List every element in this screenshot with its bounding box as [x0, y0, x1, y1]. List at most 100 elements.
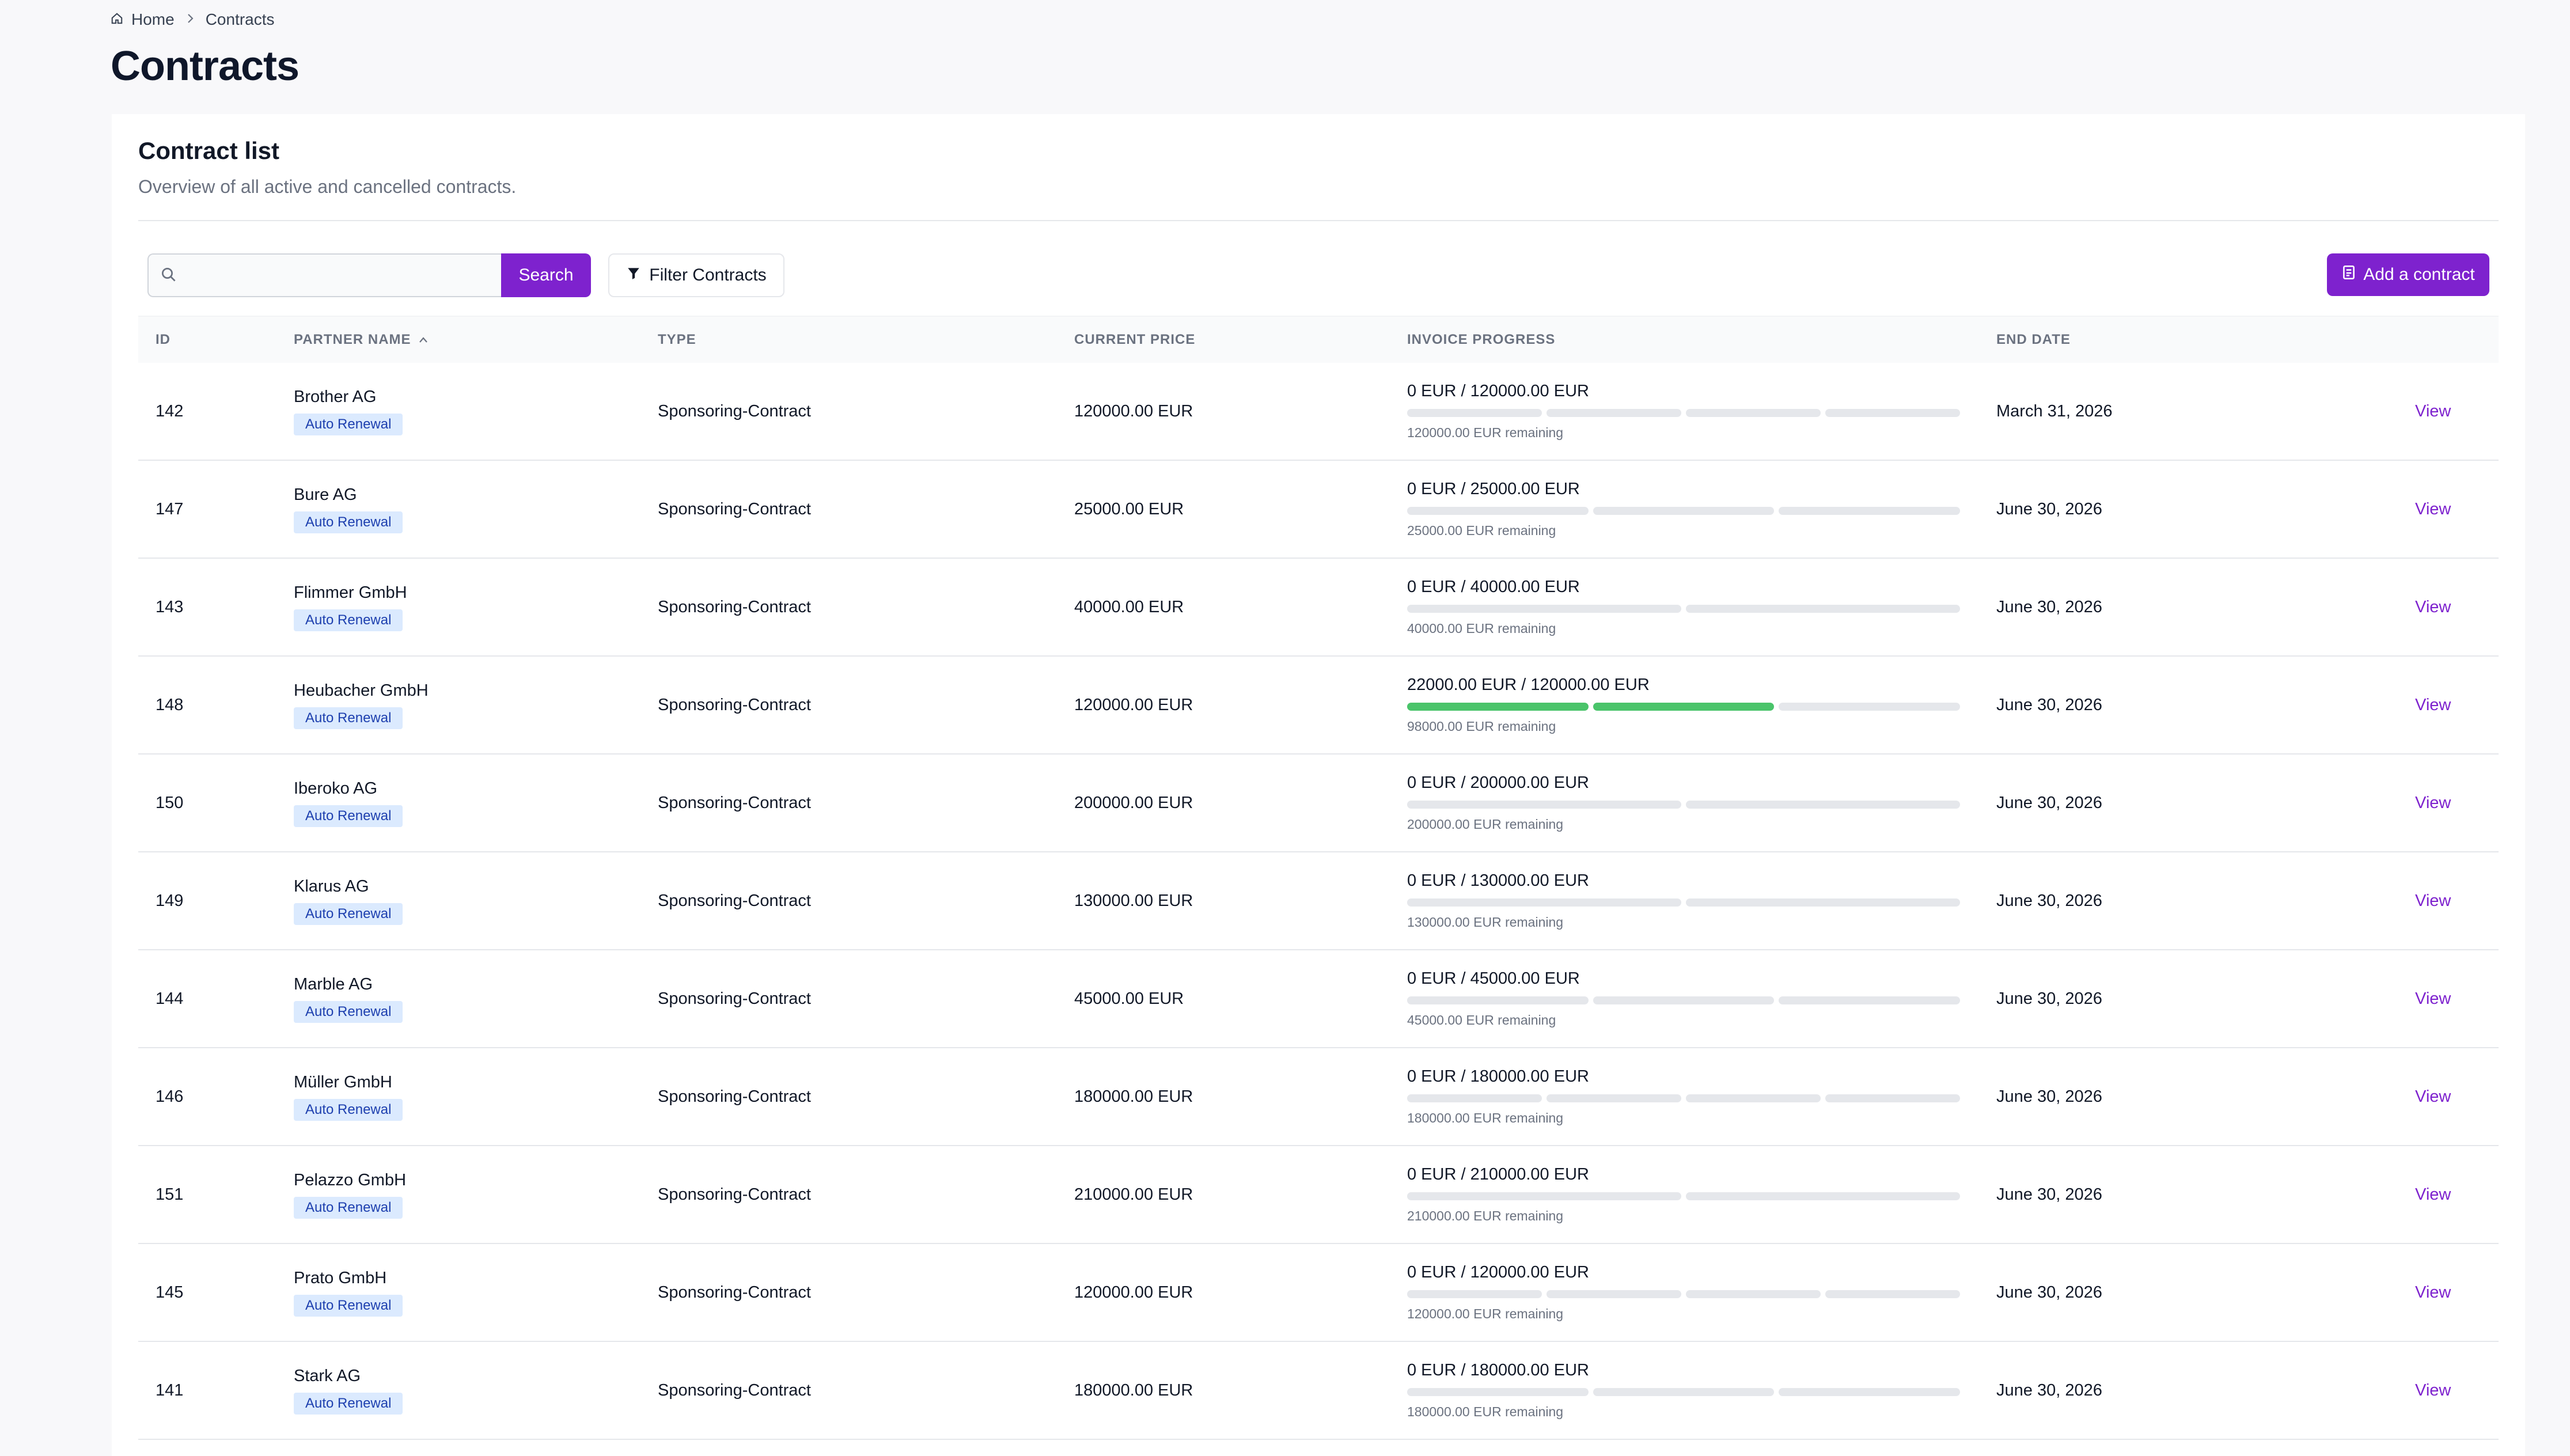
breadcrumb-home-link[interactable]: Home: [111, 10, 175, 29]
contract-id: 148: [156, 695, 184, 714]
chevron-up-icon: [418, 332, 429, 348]
invoice-remaining: 120000.00 EUR remaining: [1407, 1306, 1564, 1321]
contract-type: Sponsoring-Contract: [658, 891, 811, 910]
search-button[interactable]: Search: [501, 253, 591, 297]
progress-segment: [1686, 409, 1821, 417]
view-contract-link[interactable]: View: [2415, 1087, 2451, 1106]
current-price: 180000.00 EUR: [1074, 1087, 1193, 1106]
column-header-type[interactable]: TYPE: [658, 332, 696, 348]
table-body: 142 Brother AG Auto Renewal Sponsoring-Cont…: [138, 363, 2499, 1440]
breadcrumb-home-label: Home: [131, 10, 175, 28]
progress-segment: [1686, 1192, 1960, 1200]
end-date: June 30, 2026: [1996, 695, 2102, 714]
contract-id: 141: [156, 1381, 184, 1400]
auto-renewal-badge: Auto Renewal: [294, 511, 403, 533]
table-row: 150 Iberoko AG Auto Renewal Sponsoring-Cont…: [138, 754, 2499, 852]
partner-name: Marble AG: [294, 975, 373, 994]
view-contract-link[interactable]: View: [2415, 500, 2451, 519]
contract-id: 146: [156, 1087, 184, 1106]
invoice-progress: 0 EUR / 120000.00 EUR 120000.00 EUR remai…: [1407, 1263, 1960, 1322]
progress-segment: [1686, 1094, 1821, 1102]
contract-type: Sponsoring-Contract: [658, 1283, 811, 1302]
contract-id: 142: [156, 401, 184, 420]
end-date: June 30, 2026: [1996, 1087, 2102, 1106]
invoice-progress-bar: [1407, 996, 1961, 1004]
invoice-progress-label: 0 EUR / 180000.00 EUR: [1407, 1067, 1589, 1086]
end-date: June 30, 2026: [1996, 891, 2102, 910]
end-date: June 30, 2026: [1996, 793, 2102, 812]
auto-renewal-badge: Auto Renewal: [294, 805, 403, 827]
filter-contracts-button[interactable]: Filter Contracts: [608, 253, 784, 297]
add-contract-button[interactable]: Add a contract: [2327, 253, 2489, 296]
view-contract-link[interactable]: View: [2415, 892, 2451, 911]
table-row: 141 Stark AG Auto Renewal Sponsoring-Contra…: [138, 1342, 2499, 1440]
breadcrumb: Home Contracts: [111, 9, 275, 30]
progress-segment: [1407, 507, 1589, 515]
progress-segment: [1686, 1290, 1821, 1298]
progress-segment: [1825, 1290, 1960, 1298]
contract-id: 145: [156, 1283, 184, 1302]
auto-renewal-badge: Auto Renewal: [294, 1392, 403, 1415]
page-title: Contracts: [111, 43, 300, 89]
partner-name: Stark AG: [294, 1366, 361, 1385]
search-group: Search: [147, 253, 591, 297]
contract-type: Sponsoring-Contract: [658, 695, 811, 714]
column-header-partner-label: PARTNER NAME: [294, 332, 411, 347]
partner-name: Iberoko AG: [294, 779, 378, 798]
partner-cell: Heubacher GmbH Auto Renewal: [294, 681, 429, 729]
contract-id: 150: [156, 793, 184, 812]
table-row: 143 Flimmer GmbH Auto Renewal Sponsoring-Co…: [138, 559, 2499, 657]
column-header-current-price[interactable]: CURRENT PRICE: [1074, 332, 1195, 348]
view-contract-link[interactable]: View: [2415, 1185, 2451, 1204]
current-price: 210000.00 EUR: [1074, 1185, 1193, 1204]
invoice-progress-label: 0 EUR / 40000.00 EUR: [1407, 578, 1580, 596]
invoice-progress-label: 0 EUR / 120000.00 EUR: [1407, 1263, 1589, 1281]
column-header-end-date[interactable]: END DATE: [1996, 332, 2071, 348]
end-date: June 30, 2026: [1996, 499, 2102, 518]
end-date: June 30, 2026: [1996, 989, 2102, 1008]
view-contract-link[interactable]: View: [2415, 402, 2451, 421]
current-price: 45000.00 EUR: [1074, 989, 1184, 1008]
invoice-progress-label: 0 EUR / 45000.00 EUR: [1407, 969, 1580, 988]
partner-cell: Flimmer GmbH Auto Renewal: [294, 583, 407, 631]
progress-segment: [1686, 605, 1960, 613]
invoice-progress: 0 EUR / 40000.00 EUR 40000.00 EUR remaini…: [1407, 578, 1960, 636]
view-contract-link[interactable]: View: [2415, 1381, 2451, 1400]
progress-segment: [1779, 996, 1961, 1004]
view-contract-link[interactable]: View: [2415, 989, 2451, 1008]
invoice-progress-bar: [1407, 507, 1961, 515]
view-contract-link[interactable]: View: [2415, 696, 2451, 715]
invoice-progress-bar: [1407, 1388, 1961, 1396]
card-title: Contract list: [138, 137, 280, 164]
auto-renewal-badge: Auto Renewal: [294, 1000, 403, 1023]
partner-cell: Brother AG Auto Renewal: [294, 388, 403, 435]
invoice-remaining: 40000.00 EUR remaining: [1407, 621, 1556, 636]
current-price: 25000.00 EUR: [1074, 499, 1184, 518]
invoice-remaining: 180000.00 EUR remaining: [1407, 1110, 1564, 1125]
table-row: 151 Pelazzo GmbH Auto Renewal Sponsoring-Co…: [138, 1146, 2499, 1244]
view-contract-link[interactable]: View: [2415, 794, 2451, 813]
view-contract-link[interactable]: View: [2415, 598, 2451, 617]
contract-id: 149: [156, 891, 184, 910]
view-contract-link[interactable]: View: [2415, 1283, 2451, 1302]
search-input[interactable]: [147, 253, 501, 297]
table-row: 149 Klarus AG Auto Renewal Sponsoring-Contr…: [138, 852, 2499, 950]
invoice-progress-label: 0 EUR / 130000.00 EUR: [1407, 871, 1589, 890]
column-header-invoice-progress[interactable]: INVOICE PROGRESS: [1407, 332, 1555, 348]
column-header-partner-name[interactable]: PARTNER NAME: [294, 332, 429, 348]
table-row: 144 Marble AG Auto Renewal Sponsoring-Contr…: [138, 950, 2499, 1048]
invoice-remaining: 130000.00 EUR remaining: [1407, 915, 1564, 930]
contract-type: Sponsoring-Contract: [658, 1381, 811, 1400]
add-contract-label: Add a contract: [2363, 265, 2475, 284]
invoice-remaining: 25000.00 EUR remaining: [1407, 523, 1556, 538]
auto-renewal-badge: Auto Renewal: [294, 707, 403, 729]
contract-type: Sponsoring-Contract: [658, 989, 811, 1008]
column-header-id[interactable]: ID: [156, 332, 170, 348]
partner-name: Bure AG: [294, 485, 357, 504]
progress-segment: [1546, 1094, 1681, 1102]
auto-renewal-badge: Auto Renewal: [294, 413, 403, 435]
progress-segment: [1825, 409, 1960, 417]
invoice-progress-label: 0 EUR / 120000.00 EUR: [1407, 382, 1589, 400]
invoice-remaining: 210000.00 EUR remaining: [1407, 1208, 1564, 1223]
table-row: 145 Prato GmbH Auto Renewal Sponsoring-Cont…: [138, 1244, 2499, 1342]
